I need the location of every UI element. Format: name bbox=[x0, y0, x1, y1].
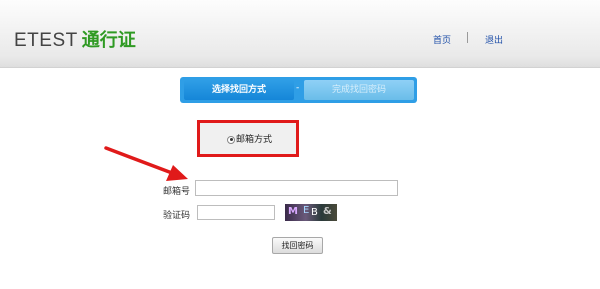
site-logo[interactable]: ETEST 通行证 bbox=[14, 30, 136, 52]
recover-password-button[interactable]: 找回密码 bbox=[272, 237, 323, 254]
brand-name: ETEST bbox=[14, 30, 78, 51]
brand-subtitle: 通行证 bbox=[81, 30, 136, 51]
email-method-label: 邮箱方式 bbox=[236, 135, 273, 145]
header-bar: ETEST 通行证 首页 退出 bbox=[0, 0, 600, 68]
nav-logout-link[interactable]: 退出 bbox=[485, 33, 503, 46]
captcha-image[interactable]: M E B & bbox=[285, 204, 337, 221]
step-separator: - bbox=[296, 83, 300, 93]
verification-code-input[interactable] bbox=[197, 205, 275, 220]
email-method-row[interactable]: 邮箱方式 bbox=[227, 132, 272, 145]
step-complete-reset: 完成找回密码 bbox=[304, 80, 414, 100]
verification-code-label: 验证码 bbox=[163, 211, 191, 221]
email-label: 邮箱号 bbox=[163, 187, 191, 197]
email-input[interactable] bbox=[195, 180, 398, 196]
email-method-option[interactable]: 邮箱方式 bbox=[197, 120, 299, 157]
red-arrow-annotation bbox=[104, 146, 188, 181]
step-indicator: 选择找回方式 - 完成找回密码 bbox=[180, 77, 417, 103]
nav-home-link[interactable]: 首页 bbox=[433, 33, 451, 46]
email-method-radio[interactable] bbox=[227, 135, 235, 144]
nav-divider bbox=[467, 32, 468, 43]
step-choose-method: 选择找回方式 bbox=[184, 80, 294, 100]
